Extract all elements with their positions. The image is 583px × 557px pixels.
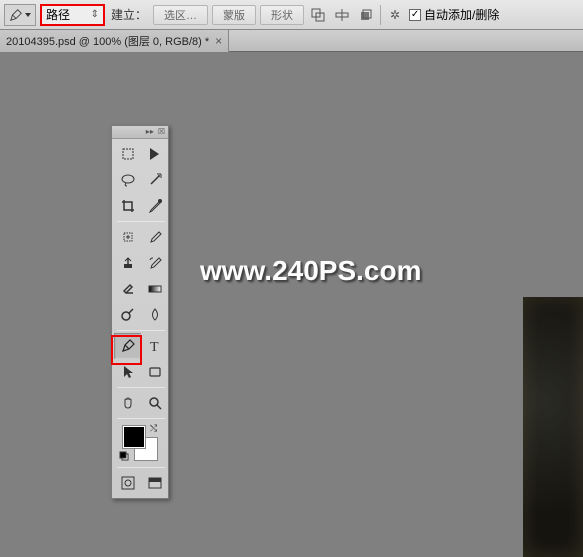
default-colors-icon[interactable] bbox=[119, 451, 129, 461]
separator bbox=[117, 418, 165, 419]
history-brush-tool[interactable] bbox=[141, 250, 168, 276]
tools-panel: ▸▸ ☒ T ⤭ bbox=[111, 125, 169, 499]
path-overlap-icon[interactable] bbox=[308, 5, 328, 25]
document-title: 20104395.psd @ 100% (图层 0, RGB/8) * bbox=[6, 33, 209, 49]
brush-tool[interactable] bbox=[141, 224, 168, 250]
blur-tool[interactable] bbox=[141, 302, 168, 328]
eraser-tool[interactable] bbox=[114, 276, 141, 302]
eyedropper-tool[interactable] bbox=[141, 193, 168, 219]
canvas-area bbox=[0, 52, 583, 537]
mode-value: 路径 bbox=[46, 6, 70, 23]
lasso-tool[interactable] bbox=[114, 167, 141, 193]
auto-add-delete-checkbox[interactable]: ✓ 自动添加/删除 bbox=[409, 6, 499, 23]
document-tab[interactable]: 20104395.psd @ 100% (图层 0, RGB/8) * × bbox=[0, 30, 229, 52]
separator bbox=[117, 330, 165, 331]
checkmark-icon: ✓ bbox=[409, 9, 421, 21]
gradient-tool[interactable] bbox=[141, 276, 168, 302]
separator bbox=[117, 221, 165, 222]
pen-icon bbox=[9, 8, 23, 22]
shape-tool[interactable] bbox=[141, 359, 168, 385]
type-tool[interactable]: T bbox=[141, 333, 168, 359]
mode-dropdown[interactable]: 路径 ⇕ bbox=[40, 4, 105, 26]
chevron-updown-icon: ⇕ bbox=[91, 9, 99, 20]
screenmode-toggle[interactable] bbox=[141, 470, 168, 496]
make-selection-button[interactable]: 选区… bbox=[153, 5, 208, 25]
color-swatches[interactable]: ⤭ bbox=[114, 421, 168, 465]
clone-stamp-tool[interactable] bbox=[114, 250, 141, 276]
path-arrange-icon[interactable] bbox=[356, 5, 376, 25]
options-bar: 路径 ⇕ 建立： 选区… 蒙版 形状 ✲ ✓ 自动添加/删除 bbox=[0, 0, 583, 30]
document-image bbox=[523, 297, 583, 557]
path-align-icon[interactable] bbox=[332, 5, 352, 25]
chevron-down-icon bbox=[25, 12, 31, 18]
watermark-text: www.240PS.com bbox=[200, 255, 422, 287]
tools-panel-header[interactable]: ▸▸ ☒ bbox=[112, 126, 168, 139]
close-icon[interactable]: ☒ bbox=[158, 128, 165, 136]
zoom-tool[interactable] bbox=[141, 390, 168, 416]
hand-tool[interactable] bbox=[114, 390, 141, 416]
quickmask-toggle[interactable] bbox=[114, 470, 141, 496]
dodge-tool[interactable] bbox=[114, 302, 141, 328]
make-mask-button[interactable]: 蒙版 bbox=[212, 5, 256, 25]
auto-add-delete-label: 自动添加/删除 bbox=[424, 6, 499, 23]
healing-brush-tool[interactable] bbox=[114, 224, 141, 250]
svg-text:T: T bbox=[150, 340, 159, 354]
divider bbox=[380, 5, 381, 25]
path-selection-tool[interactable] bbox=[114, 359, 141, 385]
collapse-icon[interactable]: ▸▸ bbox=[146, 128, 154, 136]
move-tool[interactable] bbox=[114, 141, 141, 167]
crop-tool[interactable] bbox=[114, 193, 141, 219]
close-icon[interactable]: × bbox=[215, 34, 222, 48]
swap-colors-icon[interactable]: ⤭ bbox=[150, 423, 157, 434]
separator bbox=[117, 387, 165, 388]
gear-icon[interactable]: ✲ bbox=[385, 5, 405, 25]
separator bbox=[117, 467, 165, 468]
document-tab-bar: 20104395.psd @ 100% (图层 0, RGB/8) * × bbox=[0, 30, 583, 52]
pen-tool[interactable] bbox=[114, 333, 141, 359]
make-label: 建立： bbox=[111, 6, 147, 23]
foreground-color-swatch[interactable] bbox=[122, 425, 146, 449]
magic-wand-tool[interactable] bbox=[141, 167, 168, 193]
make-shape-button[interactable]: 形状 bbox=[260, 5, 304, 25]
tool-preset-picker[interactable] bbox=[4, 4, 36, 26]
artboard-tool[interactable] bbox=[141, 141, 168, 167]
